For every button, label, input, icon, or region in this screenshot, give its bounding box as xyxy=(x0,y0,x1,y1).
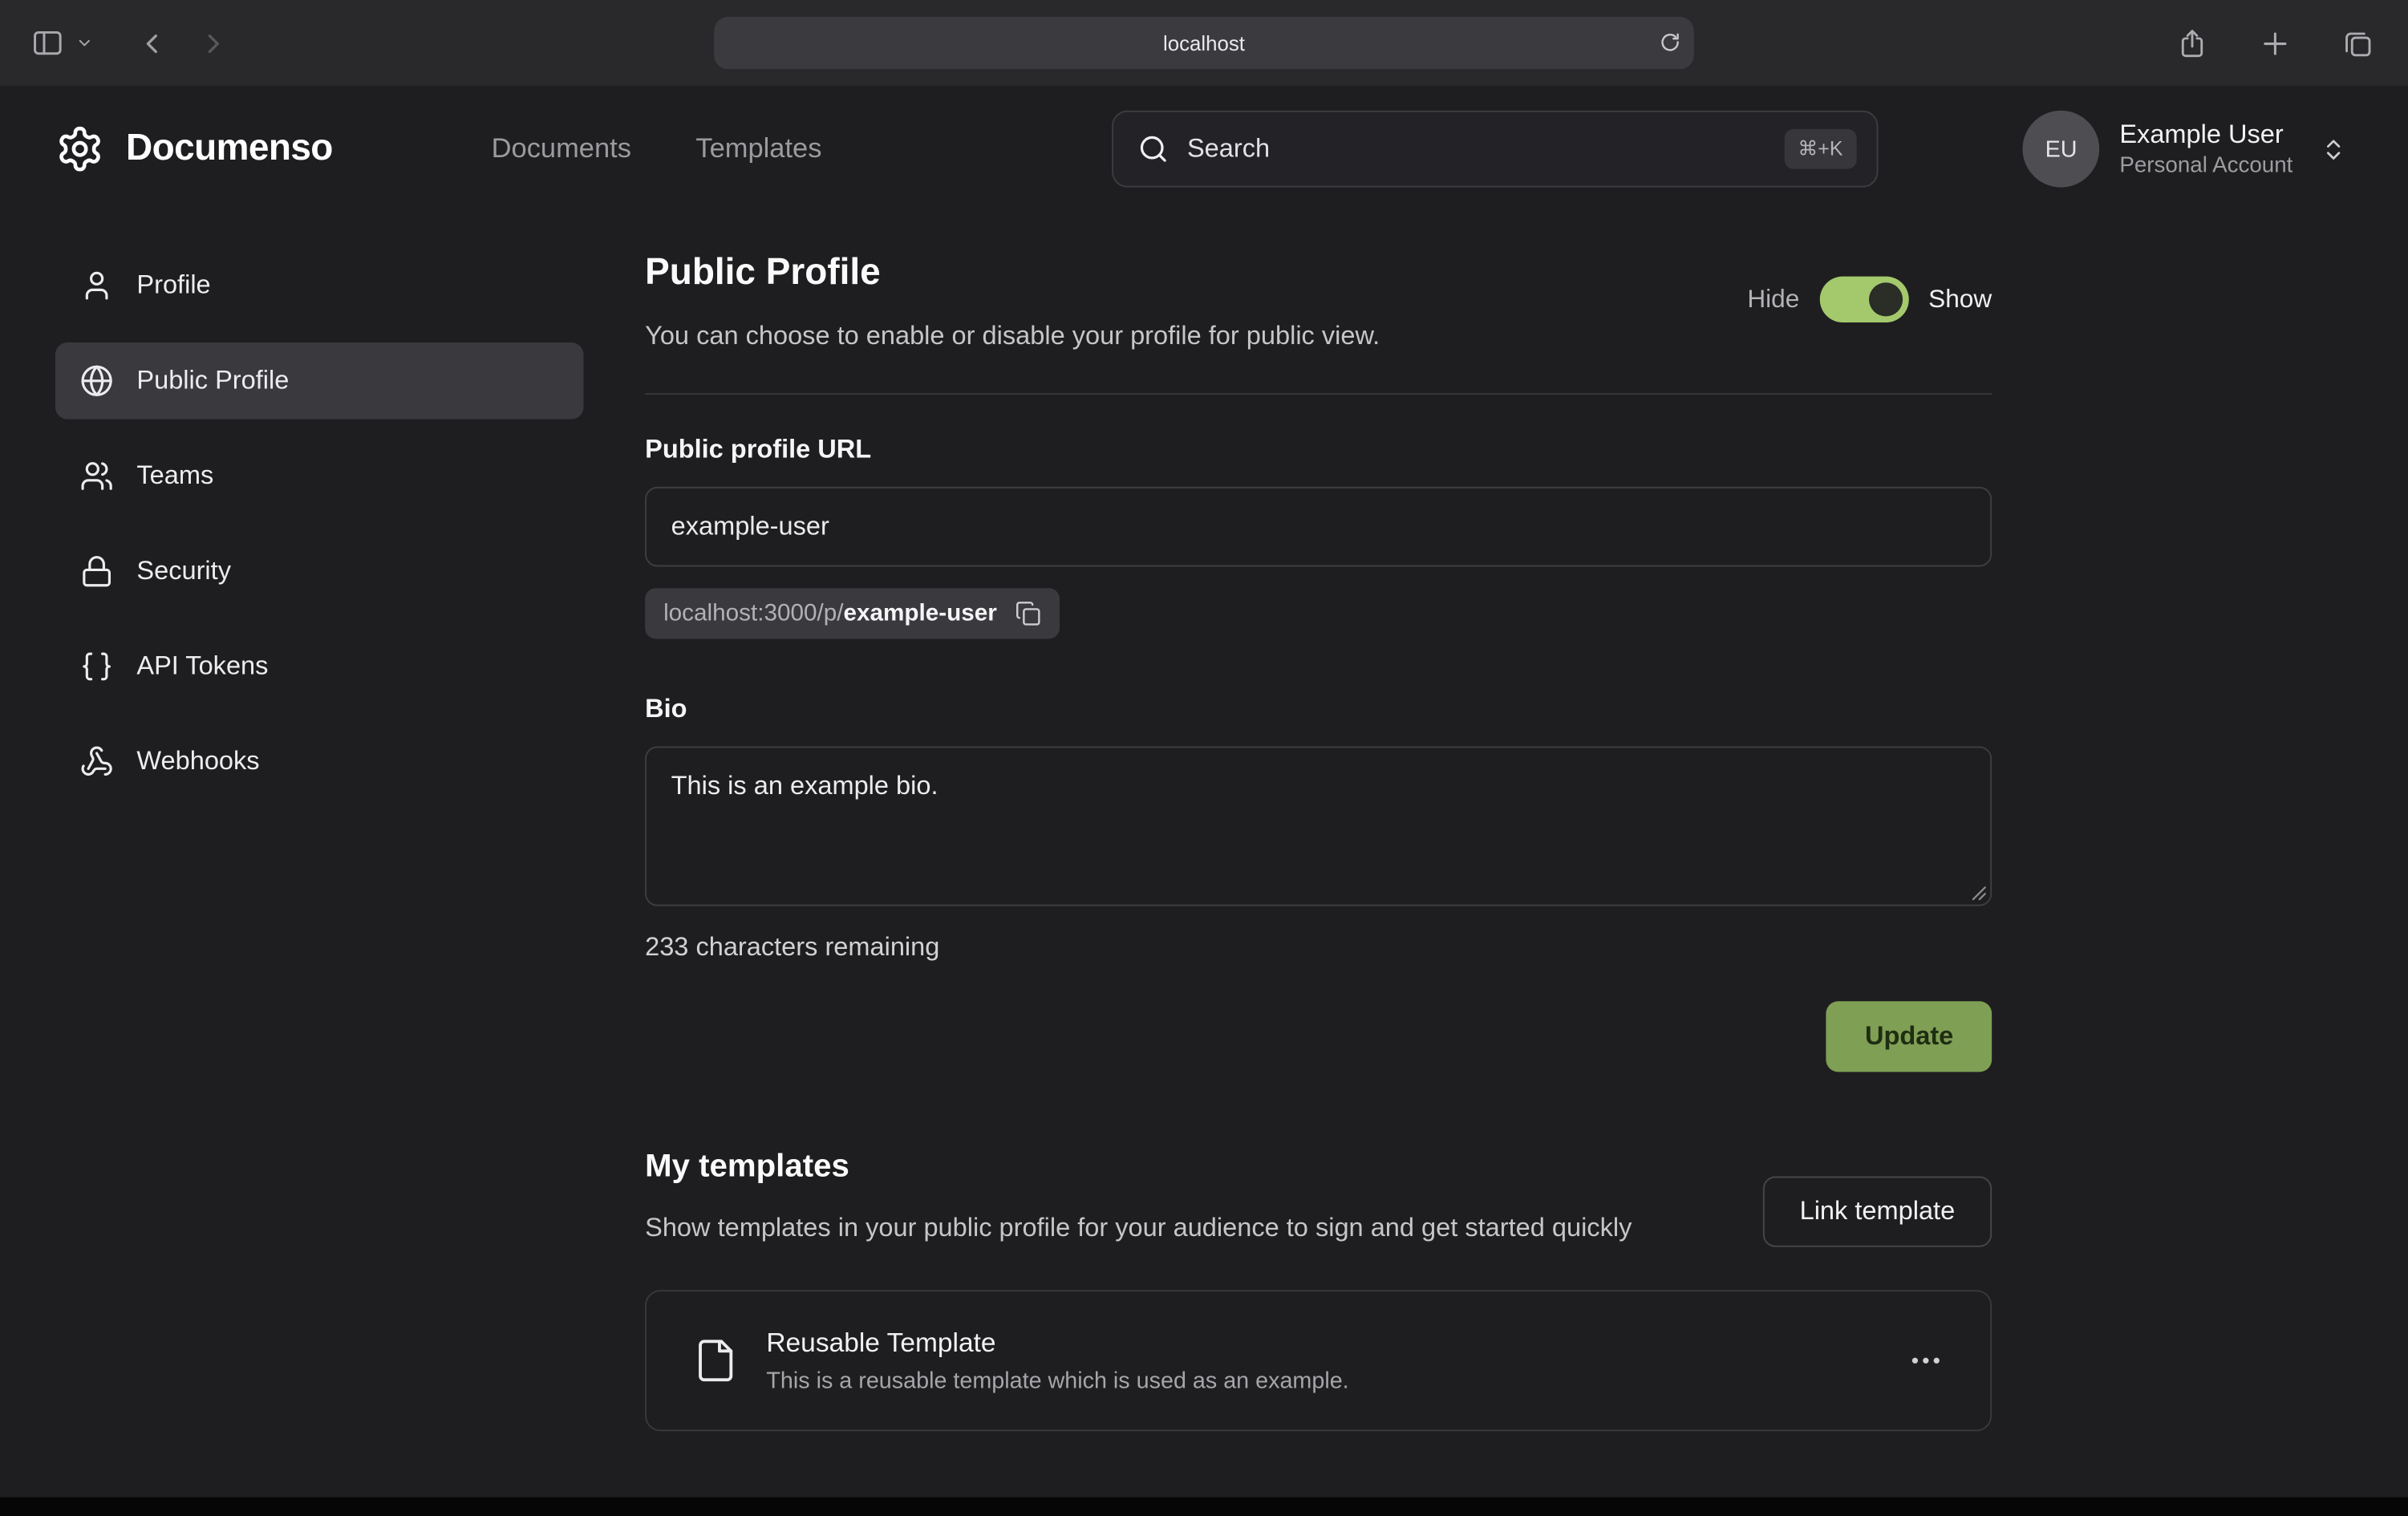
copy-icon[interactable] xyxy=(1015,601,1042,627)
sidebar-item-webhooks[interactable]: Webhooks xyxy=(55,724,584,801)
bio-textarea-wrap: This is an example bio. xyxy=(645,746,1992,906)
webhook-icon xyxy=(80,745,114,779)
my-templates-header: My templates Show templates in your publ… xyxy=(645,1145,1992,1248)
template-description: This is a reusable template which is use… xyxy=(766,1365,1873,1397)
toggle-knob xyxy=(1868,282,1902,316)
title-row: Public Profile Hide Show xyxy=(645,249,1992,298)
public-profile-url-input[interactable] xyxy=(645,487,1992,567)
search-bar[interactable]: ⌘+K xyxy=(1112,111,1878,188)
search-icon xyxy=(1138,134,1169,164)
show-label: Show xyxy=(1928,285,1992,314)
user-account-type: Personal Account xyxy=(2119,152,2292,181)
browser-nav-controls xyxy=(25,0,233,86)
browser-toolbar: localhost xyxy=(0,0,2408,86)
more-options-icon[interactable] xyxy=(1901,1336,1950,1385)
new-tab-icon[interactable] xyxy=(2253,21,2298,66)
braces-icon xyxy=(80,650,114,683)
file-icon xyxy=(692,1338,738,1384)
sidebar-item-profile[interactable]: Profile xyxy=(55,247,584,324)
address-bar-url: localhost xyxy=(1163,31,1245,55)
sidebar-item-label: Profile xyxy=(136,270,210,301)
url-preview-slug: example-user xyxy=(843,600,996,626)
nav-documents[interactable]: Documents xyxy=(492,133,631,165)
profile-visibility-toggle[interactable] xyxy=(1819,277,1908,322)
browser-forward-icon[interactable] xyxy=(192,22,233,64)
url-preview-badge: localhost:3000/p/example-user xyxy=(645,588,1060,638)
window-bottom-edge xyxy=(0,1498,2408,1516)
sidebar-item-public-profile[interactable]: Public Profile xyxy=(55,343,584,420)
address-bar[interactable]: localhost xyxy=(714,17,1693,69)
app-header: Documenso Documents Templates ⌘+K EU Exa… xyxy=(0,86,2408,212)
user-menu[interactable]: EU Example User Personal Account xyxy=(2023,111,2347,188)
bio-textarea[interactable]: This is an example bio. xyxy=(645,746,1992,906)
sidebar-item-teams[interactable]: Teams xyxy=(55,438,584,515)
user-info: Example User Personal Account xyxy=(2119,117,2292,181)
template-name: Reusable Template xyxy=(766,1323,1873,1362)
url-field-label: Public profile URL xyxy=(645,432,1992,468)
url-preview-prefix: localhost:3000/p/ xyxy=(663,600,843,626)
lock-icon xyxy=(80,554,114,588)
user-icon xyxy=(80,269,114,302)
sidebar-item-label: Public Profile xyxy=(136,366,289,396)
brand[interactable]: Documenso xyxy=(55,124,333,173)
visibility-control: Hide Show xyxy=(1747,277,1992,322)
divider xyxy=(645,393,1992,395)
search-shortcut-badge: ⌘+K xyxy=(1784,129,1856,169)
my-templates-description: Show templates in your public profile fo… xyxy=(645,1207,1720,1249)
sidebar-item-security[interactable]: Security xyxy=(55,533,584,610)
users-icon xyxy=(80,459,114,492)
sidebar-item-label: Security xyxy=(136,556,231,586)
share-icon[interactable] xyxy=(2170,21,2215,66)
bio-field-label: Bio xyxy=(645,691,1992,728)
sidebar-item-api-tokens[interactable]: API Tokens xyxy=(55,628,584,705)
template-info: Reusable Template This is a reusable tem… xyxy=(766,1323,1873,1397)
screen: localhost Documenso Documents xyxy=(0,0,2408,1516)
hide-label: Hide xyxy=(1747,285,1799,314)
tab-overview-icon[interactable] xyxy=(2336,21,2381,66)
update-row: Update xyxy=(645,1001,1992,1072)
chevrons-up-down-icon xyxy=(2321,136,2347,162)
characters-remaining: 233 characters remaining xyxy=(645,927,1992,967)
link-template-button[interactable]: Link template xyxy=(1763,1177,1992,1247)
nav-templates[interactable]: Templates xyxy=(695,133,821,165)
browser-back-icon[interactable] xyxy=(132,22,174,64)
documenso-logo-icon xyxy=(55,124,104,173)
reload-icon[interactable] xyxy=(1659,31,1682,55)
sidebar-chevron-down-icon[interactable] xyxy=(71,29,98,56)
sidebar-toggle-icon[interactable] xyxy=(25,20,71,66)
sidebar-item-label: Teams xyxy=(136,460,213,491)
search-input[interactable] xyxy=(1187,134,1765,164)
settings-sidebar: Profile Public Profile Teams Security AP… xyxy=(55,247,584,800)
globe-icon xyxy=(80,364,114,398)
main-nav: Documents Templates xyxy=(492,133,822,165)
main-content: Public Profile Hide Show You can choose … xyxy=(645,249,1992,1431)
avatar: EU xyxy=(2023,111,2100,188)
url-preview-text: localhost:3000/p/example-user xyxy=(663,600,997,627)
sidebar-item-label: API Tokens xyxy=(136,651,268,682)
sidebar-item-label: Webhooks xyxy=(136,746,259,776)
update-button[interactable]: Update xyxy=(1826,1001,1992,1072)
brand-name: Documenso xyxy=(126,128,333,171)
user-name: Example User xyxy=(2119,117,2292,152)
template-list-item: Reusable Template This is a reusable tem… xyxy=(645,1290,1992,1431)
browser-window-controls xyxy=(2170,0,2380,86)
